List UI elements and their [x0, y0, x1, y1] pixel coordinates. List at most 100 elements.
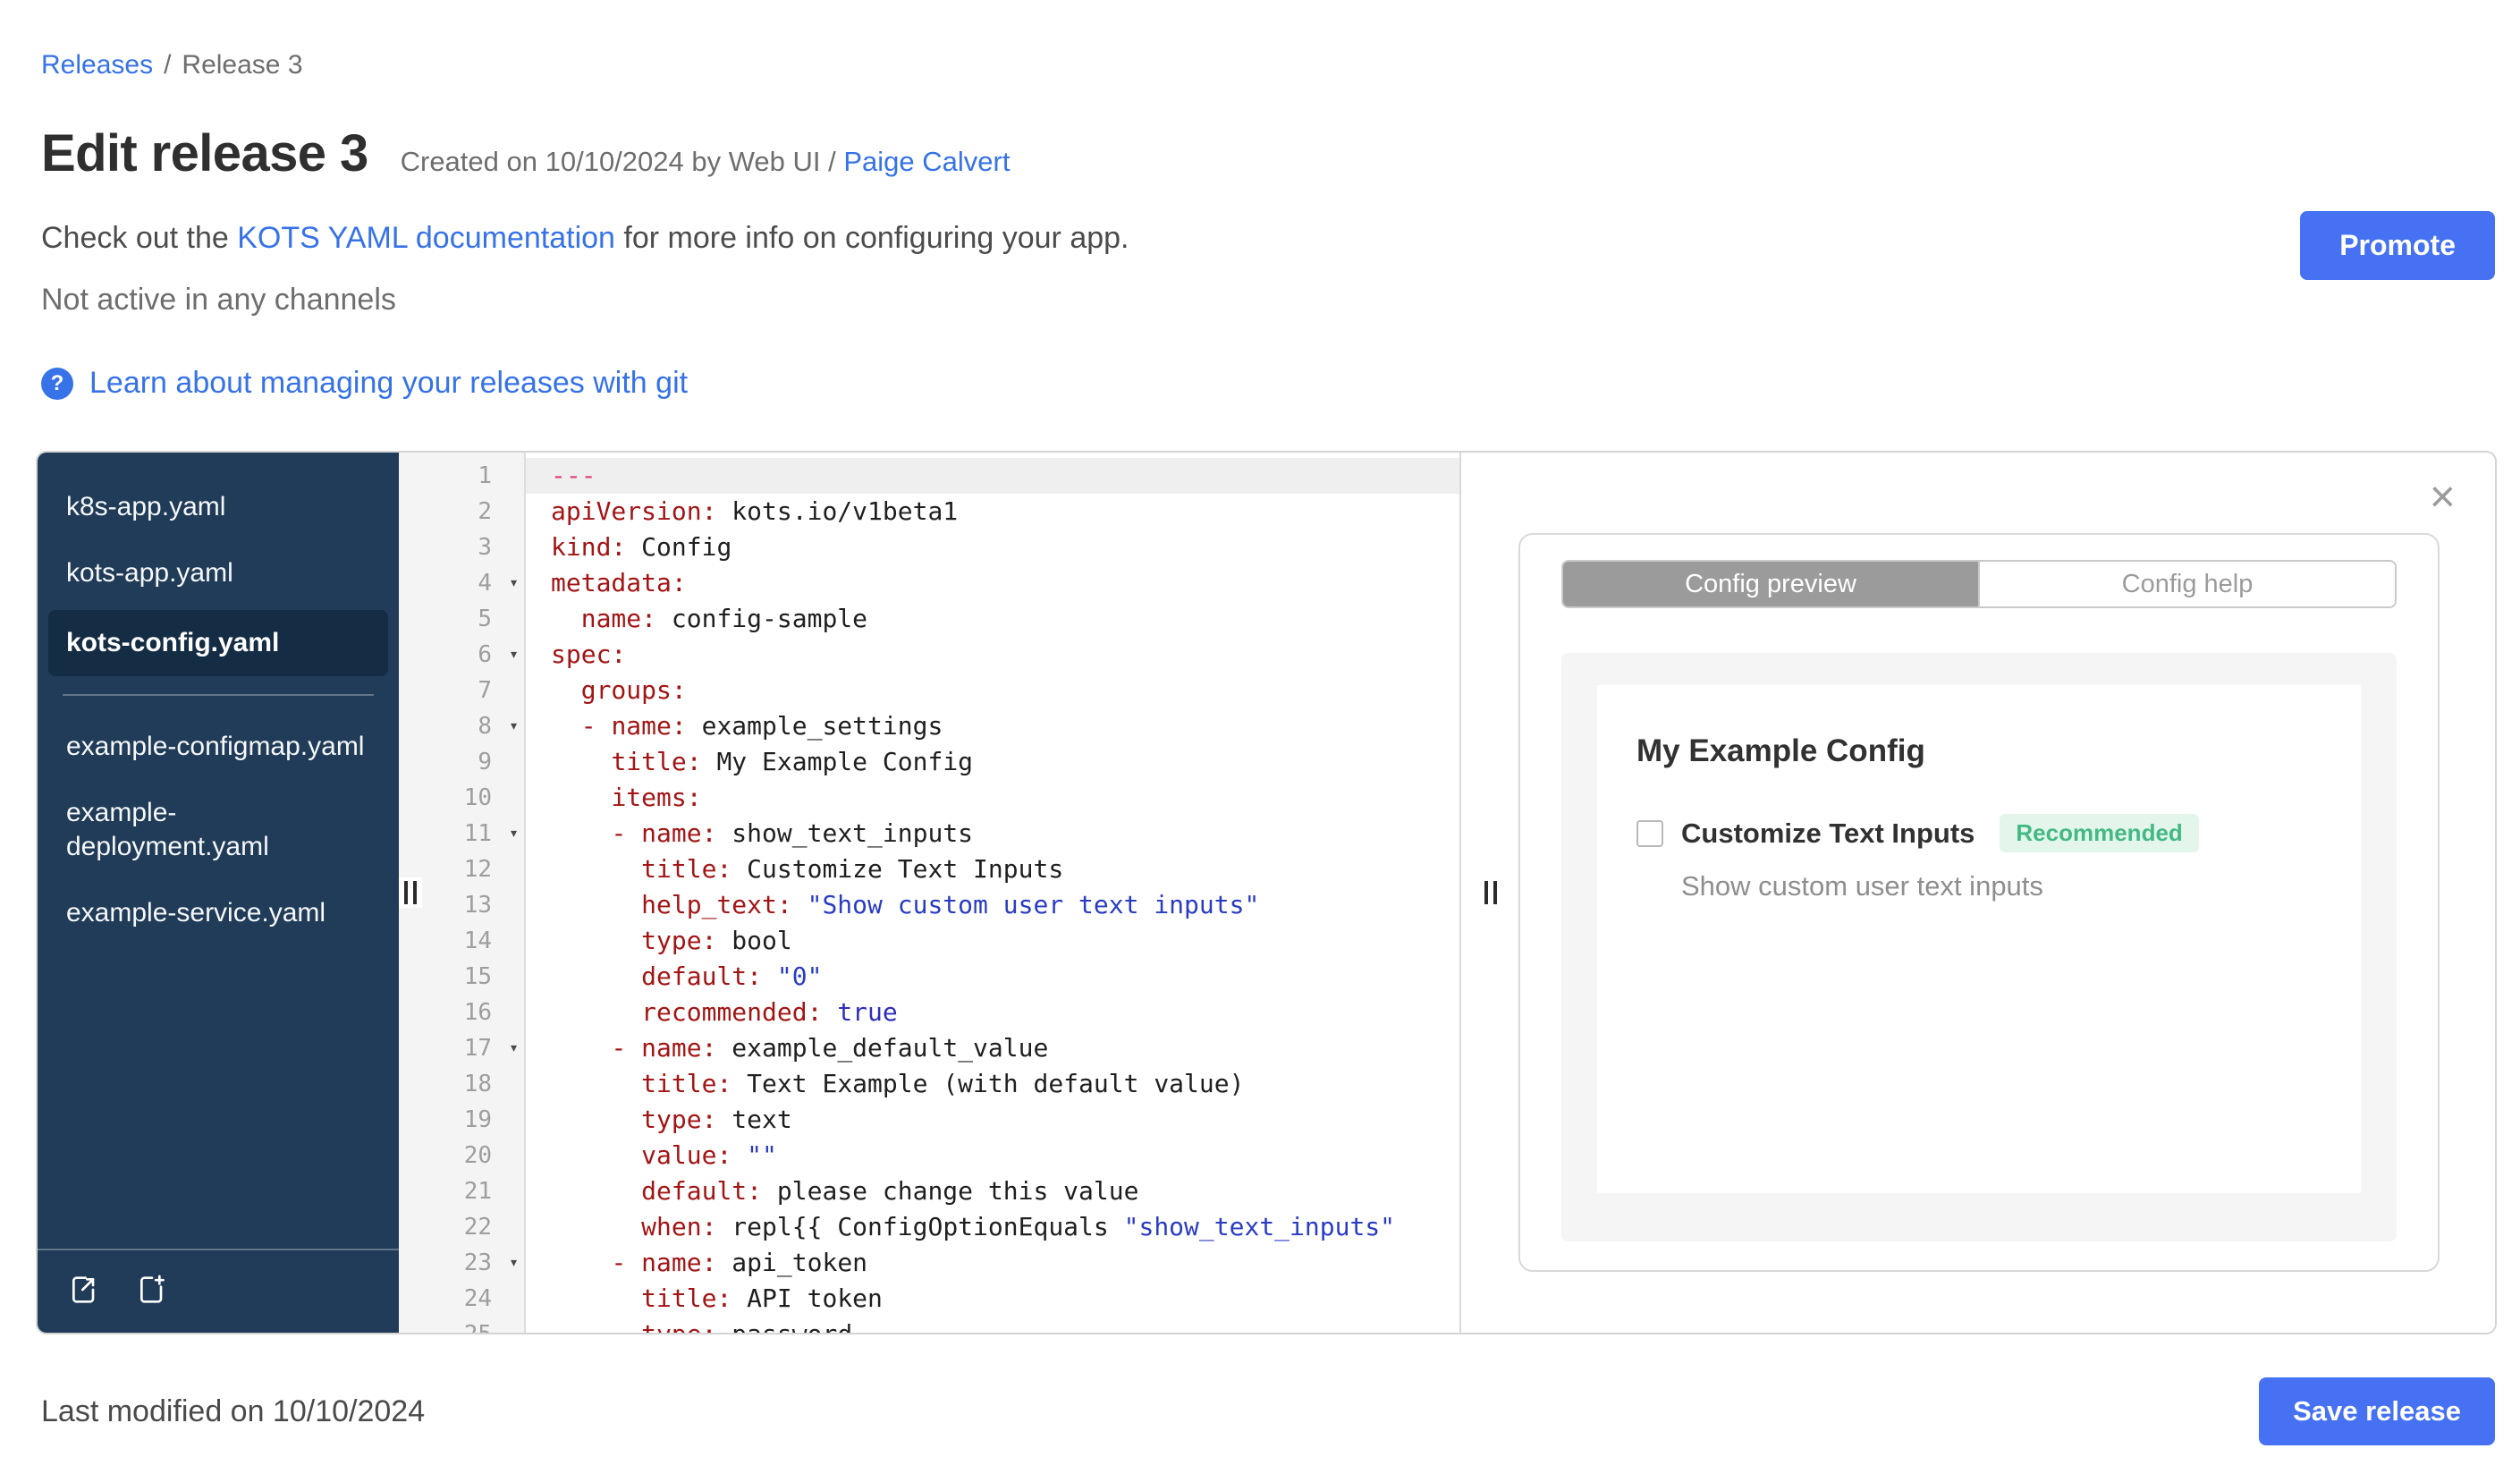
line-gutter: 17 ▾ — [399, 1030, 526, 1066]
close-icon[interactable]: × — [2430, 474, 2456, 519]
kots-yaml-doc-link[interactable]: KOTS YAML documentation — [237, 221, 615, 255]
breadcrumb-current: Release 3 — [182, 50, 303, 80]
code-line-8[interactable]: 8 ▾ - name: example_settings — [399, 708, 1459, 744]
code-line-1[interactable]: 1 --- — [399, 458, 1459, 494]
channel-status: Not active in any channels — [41, 283, 396, 317]
fold-arrow-icon[interactable]: ▾ — [509, 816, 519, 851]
footer: Last modified on 10/10/2024 Save release — [41, 1377, 2495, 1445]
config-group-card: My Example Config Customize Text Inputs … — [1597, 685, 2361, 1193]
doc-suffix: for more info on configuring your app. — [614, 221, 1129, 255]
file-tree-item-kots-config-yaml[interactable]: kots-config.yaml — [48, 610, 388, 676]
code-line-14[interactable]: 14 type: bool — [399, 923, 1459, 959]
line-gutter: 3 — [399, 529, 526, 565]
file-tree-list: k8s-app.yaml kots-app.yaml kots-config.yam… — [38, 474, 399, 946]
line-gutter: 14 — [399, 923, 526, 959]
code-line-5[interactable]: 5 name: config-sample — [399, 601, 1459, 637]
title-row: Edit release 3 Created on 10/10/2024 by … — [41, 123, 2520, 183]
new-file-icon[interactable] — [134, 1272, 170, 1308]
code-line-3[interactable]: 3 kind: Config — [399, 529, 1459, 565]
code-text: title: Customize Text Inputs — [641, 854, 1064, 884]
breadcrumb-separator: / — [164, 50, 172, 80]
author-link[interactable]: Paige Calvert — [843, 146, 1010, 177]
code-line-17[interactable]: 17 ▾ - name: example_default_value — [399, 1030, 1459, 1066]
code-line-15[interactable]: 15 default: "0" — [399, 959, 1459, 995]
yaml-code-editor[interactable]: 1 --- 2 apiVersion: kots.io/v1beta1 3 kind: C… — [399, 453, 1461, 1333]
config-item-row: Customize Text Inputs Recommended — [1636, 814, 2321, 852]
code-line-12[interactable]: 12 title: Customize Text Inputs — [399, 851, 1459, 887]
line-gutter: 4 ▾ — [399, 565, 526, 601]
file-tree-sidebar: k8s-app.yaml kots-app.yaml kots-config.yam… — [38, 453, 399, 1333]
line-gutter: 8 ▾ — [399, 708, 526, 744]
line-number: 4 — [478, 570, 492, 597]
code-text: type: password — [526, 1317, 1459, 1333]
release-editor-page: Releases / Release 3 Edit release 3 Create… — [0, 0, 2520, 1474]
line-gutter: 21 — [399, 1173, 526, 1209]
code-text: title: Text Example (with default value) — [641, 1069, 1245, 1098]
breadcrumb: Releases / Release 3 — [41, 0, 2520, 80]
promote-button[interactable]: Promote — [2300, 211, 2495, 280]
code-line-25[interactable]: 25 type: password — [399, 1317, 1459, 1333]
line-gutter: 24 — [399, 1281, 526, 1317]
line-number: 13 — [463, 892, 492, 919]
line-number: 11 — [463, 820, 492, 847]
config-item-help-text: Show custom user text inputs — [1681, 870, 2043, 902]
code-text: - name: example_default_value — [611, 1033, 1049, 1063]
save-release-button[interactable]: Save release — [2259, 1377, 2495, 1445]
code-line-10[interactable]: 10 items: — [399, 780, 1459, 816]
file-tree-item-kots-app-yaml[interactable]: kots-app.yaml — [38, 540, 399, 606]
code-line-2[interactable]: 2 apiVersion: kots.io/v1beta1 — [399, 494, 1459, 529]
code-line-7[interactable]: 7 groups: — [399, 673, 1459, 708]
code-line-23[interactable]: 23 ▾ - name: api_token — [399, 1245, 1459, 1281]
preview-resize-handle[interactable] — [1479, 877, 1502, 908]
file-tree-divider — [63, 694, 374, 696]
code-text: default: please change this value — [641, 1176, 1139, 1206]
code-line-16[interactable]: 16 recommended: true — [399, 995, 1459, 1030]
config-render-area: My Example Config Customize Text Inputs … — [1561, 653, 2397, 1241]
code-text: title: My Example Config — [611, 747, 974, 776]
line-gutter: 5 — [399, 601, 526, 637]
file-tree-item-example-service-yaml[interactable]: example-service.yaml — [38, 880, 399, 946]
code-line-24[interactable]: 24 title: API token — [399, 1281, 1459, 1317]
code-line-18[interactable]: 18 title: Text Example (with default val… — [399, 1066, 1459, 1102]
upload-file-icon[interactable] — [66, 1272, 102, 1308]
code-line-21[interactable]: 21 default: please change this value — [399, 1173, 1459, 1209]
file-tree-item-example-deployment-yaml[interactable]: example-deployment.yaml — [38, 780, 399, 880]
git-help-row: ? Learn about managing your releases wit… — [41, 366, 2520, 401]
code-line-6[interactable]: 6 ▾ spec: — [399, 637, 1459, 673]
line-gutter: 15 — [399, 959, 526, 995]
code-line-11[interactable]: 11 ▾ - name: show_text_inputs — [399, 816, 1459, 851]
code-line-4[interactable]: 4 ▾ metadata: — [399, 565, 1459, 601]
fold-arrow-icon[interactable]: ▾ — [509, 708, 519, 744]
breadcrumb-releases-link[interactable]: Releases — [41, 50, 153, 80]
code-line-20[interactable]: 20 value: "" — [399, 1138, 1459, 1173]
code-text: name: config-sample — [580, 604, 868, 633]
line-number: 8 — [478, 713, 492, 740]
page-title: Edit release 3 — [41, 124, 368, 182]
code-lines: 1 --- 2 apiVersion: kots.io/v1beta1 3 kind: C… — [399, 453, 1459, 1333]
fold-arrow-icon[interactable]: ▾ — [509, 565, 519, 601]
line-number: 23 — [463, 1250, 492, 1276]
file-tree-item-k8s-app-yaml[interactable]: k8s-app.yaml — [38, 474, 399, 540]
customize-text-inputs-checkbox[interactable] — [1636, 819, 1663, 847]
code-line-22[interactable]: 22 when: repl{{ ConfigOptionEquals "show… — [399, 1209, 1459, 1245]
tab-config-preview[interactable]: Config preview — [1563, 562, 1978, 606]
line-gutter: 2 — [399, 494, 526, 529]
code-line-19[interactable]: 19 type: text — [399, 1102, 1459, 1138]
fold-arrow-icon[interactable]: ▾ — [509, 1030, 519, 1066]
code-line-9[interactable]: 9 title: My Example Config — [399, 744, 1459, 780]
git-releases-help-link[interactable]: Learn about managing your releases with … — [89, 366, 688, 401]
file-tree-item-example-configmap-yaml[interactable]: example-configmap.yaml — [38, 714, 399, 780]
tab-config-help[interactable]: Config help — [1978, 562, 2395, 606]
fold-arrow-icon[interactable]: ▾ — [509, 1245, 519, 1281]
line-number: 12 — [463, 856, 492, 883]
fold-arrow-icon[interactable]: ▾ — [509, 637, 519, 673]
code-line-13[interactable]: 13 help_text: "Show custom user text inp… — [399, 887, 1459, 923]
sidebar-resize-handle[interactable] — [399, 877, 422, 908]
code-text: kind: Config — [551, 532, 732, 562]
config-group-heading: My Example Config — [1636, 733, 1925, 768]
line-number: 18 — [463, 1071, 492, 1097]
code-text: - name: api_token — [611, 1248, 868, 1277]
code-text: - name: show_text_inputs — [611, 818, 974, 848]
line-number: 10 — [463, 784, 492, 811]
line-number: 3 — [478, 534, 492, 561]
